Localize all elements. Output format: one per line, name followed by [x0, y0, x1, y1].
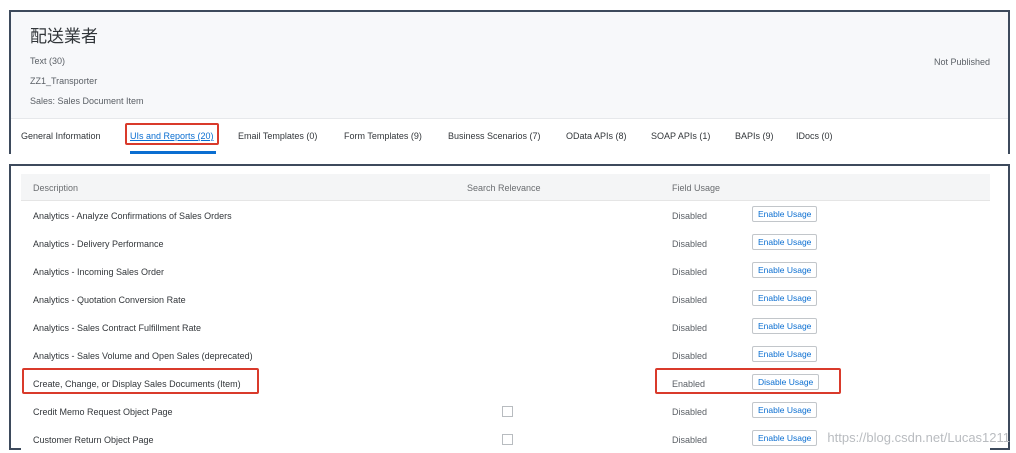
table-row: Analytics - Analyze Confirmations of Sal… [21, 201, 990, 230]
tab-email-templates[interactable]: Email Templates (0) [238, 131, 317, 141]
row-description: Customer Return Object Page [33, 435, 154, 445]
description-highlight-box [22, 368, 259, 394]
table-row: Analytics - Sales Contract Fulfillment R… [21, 313, 990, 342]
tab-odata-apis[interactable]: OData APIs (8) [566, 131, 627, 141]
enable-usage-button[interactable]: Enable Usage [752, 430, 818, 446]
table-row: Analytics - Delivery Performance Disable… [21, 229, 990, 258]
enable-usage-button[interactable]: Enable Usage [752, 346, 818, 362]
publish-status: Not Published [933, 57, 990, 67]
row-field-usage: Disabled [672, 239, 708, 249]
enable-usage-button[interactable]: Enable Usage [752, 206, 818, 222]
field-technical-name: ZZ1_Transporter [30, 76, 98, 86]
row-description: Analytics - Incoming Sales Order [33, 267, 165, 277]
row-field-usage: Disabled [672, 267, 708, 277]
object-header-panel: 配送業者 Text (30) ZZ1_Transporter Sales: Sa… [9, 10, 1010, 155]
search-relevance-checkbox[interactable] [502, 406, 513, 417]
field-usage-highlight-box [655, 368, 841, 394]
row-field-usage: Disabled [672, 435, 708, 445]
tab-form-templates[interactable]: Form Templates (9) [344, 131, 422, 141]
column-header-field-usage[interactable]: Field Usage [672, 183, 720, 193]
field-type-text: Text (30) [30, 56, 66, 66]
enable-usage-button[interactable]: Enable Usage [752, 318, 818, 334]
enable-usage-button[interactable]: Enable Usage [752, 402, 818, 418]
table-header: Description Search Relevance Field Usage [21, 174, 990, 201]
tab-soap-apis[interactable]: SOAP APIs (1) [651, 131, 710, 141]
row-description: Credit Memo Request Object Page [33, 407, 173, 417]
tab-uis-and-reports[interactable]: UIs and Reports (20) [130, 131, 214, 141]
tab-general-information[interactable]: General Information [21, 131, 101, 141]
row-field-usage: Disabled [672, 323, 708, 333]
row-field-usage: Disabled [672, 351, 708, 361]
page-title: 配送業者 [30, 27, 98, 46]
row-description: Analytics - Sales Volume and Open Sales … [33, 351, 253, 361]
enable-usage-button[interactable]: Enable Usage [752, 262, 818, 278]
business-context: Sales: Sales Document Item [30, 96, 144, 106]
row-description: Analytics - Delivery Performance [33, 239, 164, 249]
column-header-search-relevance[interactable]: Search Relevance [467, 183, 541, 193]
row-description: Analytics - Sales Contract Fulfillment R… [33, 323, 202, 333]
enable-usage-button[interactable]: Enable Usage [752, 290, 818, 306]
table-row: Analytics - Sales Volume and Open Sales … [21, 341, 990, 370]
tab-idocs[interactable]: IDocs (0) [796, 131, 833, 141]
column-header-description[interactable]: Description [33, 183, 78, 193]
enable-usage-button[interactable]: Enable Usage [752, 234, 818, 250]
selected-tab-indicator [130, 151, 216, 154]
table-row: Analytics - Incoming Sales Order Disable… [21, 257, 990, 286]
row-field-usage: Disabled [672, 211, 708, 221]
row-field-usage: Disabled [672, 295, 708, 305]
row-description: Analytics - Analyze Confirmations of Sal… [33, 211, 232, 221]
table-row: Analytics - Quotation Conversion Rate Di… [21, 285, 990, 314]
row-description: Analytics - Quotation Conversion Rate [33, 295, 186, 305]
watermark-text: https://blog.csdn.net/Lucas1211 [827, 430, 1010, 445]
row-field-usage: Disabled [672, 407, 708, 417]
tab-bar: General Information UIs and Reports (20)… [11, 118, 1008, 155]
ui-reports-table-panel: Description Search Relevance Field Usage… [9, 164, 1010, 453]
table-row: Credit Memo Request Object Page Disabled… [21, 397, 990, 426]
tab-business-scenarios[interactable]: Business Scenarios (7) [448, 131, 541, 141]
tab-bapis[interactable]: BAPIs (9) [735, 131, 774, 141]
search-relevance-checkbox[interactable] [502, 434, 513, 445]
